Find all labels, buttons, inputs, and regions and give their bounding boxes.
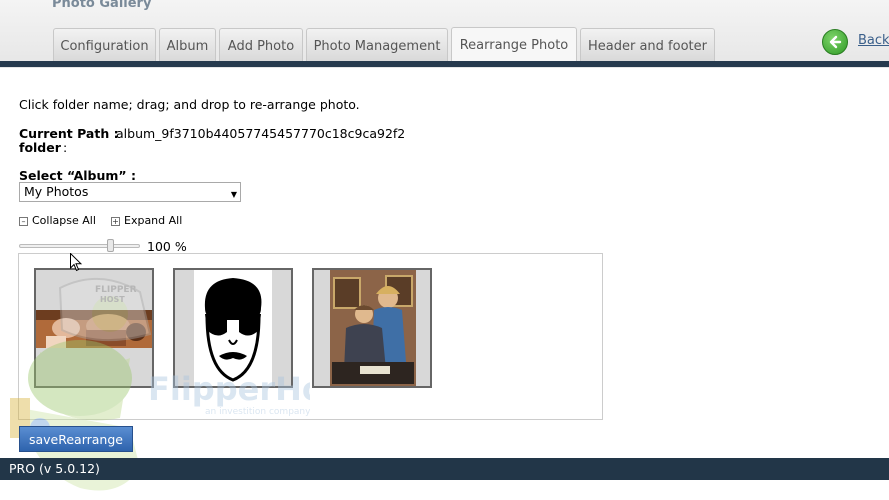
back-arrow-icon[interactable] [822, 29, 848, 55]
tab-add-photo[interactable]: Add Photo [219, 28, 303, 61]
collapse-all-label: Collapse All [32, 214, 96, 227]
app-title: Photo Gallery [52, 0, 152, 11]
plus-box-icon: + [111, 216, 120, 226]
footer-bar: PRO (v 5.0.12) [0, 458, 889, 480]
album-select-value: My Photos [24, 184, 89, 199]
zoom-slider-track[interactable] [19, 244, 140, 248]
photo-thumb-3[interactable] [312, 268, 432, 388]
tab-configuration[interactable]: Configuration [53, 28, 156, 61]
expand-all-label: Expand All [124, 214, 183, 227]
tab-photo-management[interactable]: Photo Management [306, 28, 448, 61]
photo-thumb-2[interactable] [173, 268, 293, 388]
version-label: PRO (v 5.0.12) [9, 461, 100, 476]
top-header: Photo Gallery Configuration Album Add Ph… [0, 0, 889, 68]
zoom-slider-handle[interactable] [107, 239, 114, 252]
dropdown-arrow-icon: ▼ [230, 190, 237, 199]
tab-divider [0, 61, 889, 67]
save-rearrange-button[interactable]: saveRearrange [19, 426, 133, 452]
select-album-label: Select “Album” : [19, 168, 136, 183]
back-link[interactable]: Back [858, 33, 889, 48]
tab-header-and-footer[interactable]: Header and footer [580, 28, 715, 61]
collapse-all-control[interactable]: – Collapse All [19, 214, 96, 227]
current-path-label: Current Path : [19, 126, 119, 141]
mouse-pointer-icon [70, 252, 83, 276]
tab-album[interactable]: Album [159, 28, 216, 61]
zoom-value: 100 % [147, 239, 187, 254]
instruction-text: Click folder name; drag; and drop to re-… [19, 97, 360, 112]
current-path-value: album_9f3710b44057745457770c18c9ca92f2 [116, 126, 406, 141]
expand-all-control[interactable]: + Expand All [111, 214, 182, 227]
album-select[interactable]: My Photos ▼ [19, 182, 241, 202]
folder-colon: : [63, 140, 68, 155]
minus-box-icon: – [19, 216, 28, 226]
folder-label: folder [19, 140, 61, 155]
photo-thumb-1[interactable] [34, 268, 154, 388]
